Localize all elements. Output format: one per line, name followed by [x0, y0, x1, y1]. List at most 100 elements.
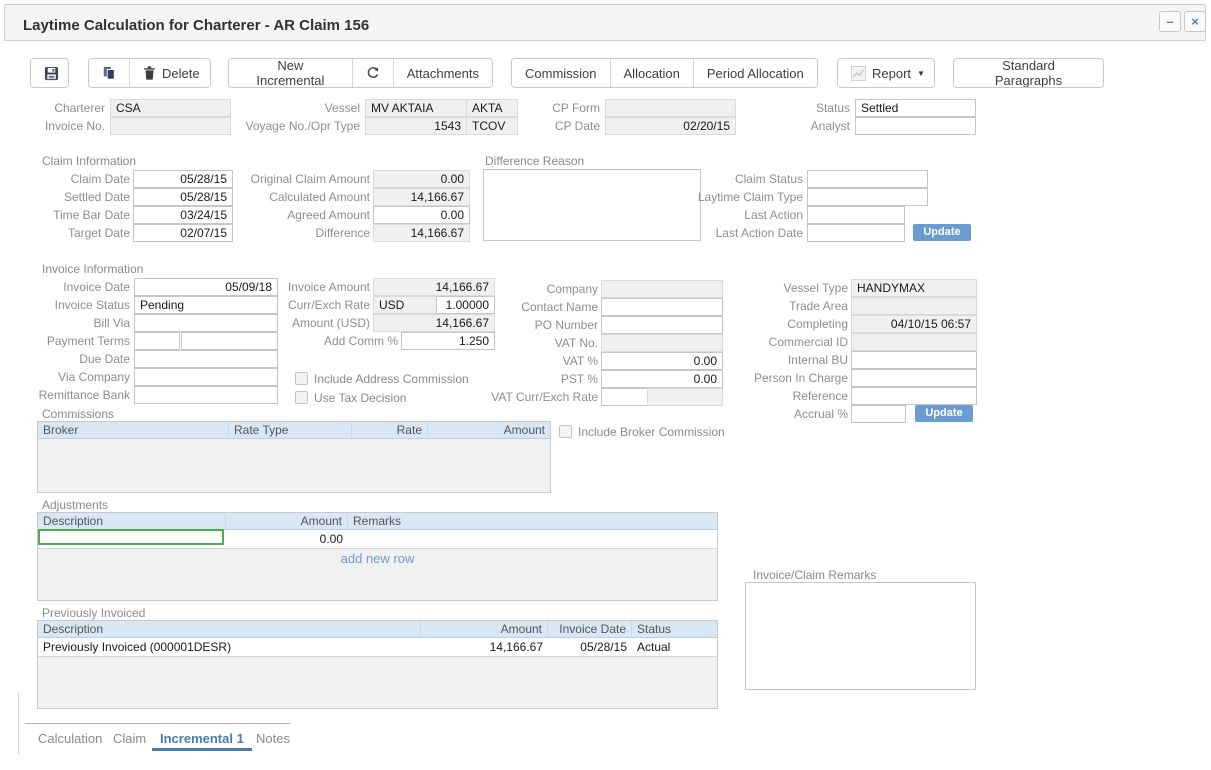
- invoice-amount-label: Invoice Amount: [232, 278, 370, 296]
- last-action-date-label: Last Action Date: [655, 224, 803, 242]
- tab-incremental-1[interactable]: Incremental 1: [152, 731, 252, 751]
- status-field[interactable]: [855, 99, 976, 117]
- remittance-bank-field[interactable]: [134, 386, 278, 404]
- copy-button[interactable]: [89, 59, 129, 87]
- prev-invoiced-date-cell: 05/28/15: [548, 638, 632, 656]
- title-bar: Laytime Calculation for Charterer - AR C…: [4, 4, 1206, 41]
- adjustment-amount-cell[interactable]: 0.00: [226, 530, 348, 548]
- trash-icon: [143, 66, 156, 80]
- vessel-code-field: [466, 99, 518, 117]
- delete-button-label: Delete: [162, 66, 200, 81]
- add-comm-pct-label: Add Comm %: [260, 332, 398, 350]
- use-tax-decision-label: Use Tax Decision: [314, 391, 406, 405]
- laytime-claim-type-label: Laytime Claim Type: [655, 188, 803, 206]
- settled-date-field[interactable]: [133, 188, 233, 206]
- accrual-pct-field[interactable]: [851, 405, 906, 423]
- reference-field[interactable]: [851, 387, 977, 405]
- claim-date-field[interactable]: [133, 170, 233, 188]
- commissions-title: Commissions: [42, 407, 114, 421]
- delete-button[interactable]: Delete: [129, 59, 211, 87]
- due-date-label: Due Date: [12, 350, 130, 368]
- completing-field: [851, 315, 977, 333]
- person-in-charge-field[interactable]: [851, 369, 977, 387]
- company-label: Company: [460, 280, 598, 298]
- po-number-label: PO Number: [460, 316, 598, 334]
- chevron-down-icon: ▼: [917, 69, 925, 78]
- trade-area-label: Trade Area: [700, 297, 848, 315]
- report-chart-icon: [851, 66, 866, 81]
- prev-invoiced-col-amount: Amount: [421, 621, 548, 637]
- attachments-button[interactable]: Attachments: [393, 59, 492, 87]
- vat-currency-field[interactable]: [601, 388, 648, 406]
- target-date-label: Target Date: [22, 224, 130, 242]
- payment-terms-code-field[interactable]: [134, 332, 180, 350]
- save-button[interactable]: [31, 59, 69, 87]
- adjustment-remarks-cell[interactable]: [348, 530, 717, 548]
- laytime-claim-type-field[interactable]: [807, 188, 928, 206]
- tab-calculation[interactable]: Calculation: [38, 731, 102, 746]
- refresh-button[interactable]: [352, 59, 393, 87]
- via-company-field[interactable]: [134, 368, 278, 386]
- commercial-id-field: [851, 333, 977, 351]
- report-button[interactable]: Report ▼: [838, 59, 935, 87]
- time-bar-date-field[interactable]: [133, 206, 233, 224]
- invoice-claim-remarks-textarea[interactable]: [745, 582, 976, 690]
- prev-invoiced-col-description: Description: [38, 621, 421, 637]
- allocation-button[interactable]: Allocation: [610, 59, 693, 87]
- invoice-no-label: Invoice No.: [25, 117, 105, 135]
- vessel-type-field: [851, 279, 977, 297]
- invoice-claim-remarks-label: Invoice/Claim Remarks: [753, 568, 876, 582]
- allocation-group: Commission Allocation Period Allocation: [511, 58, 818, 88]
- charterer-label: Charterer: [25, 99, 105, 117]
- last-action-date-field[interactable]: [807, 224, 905, 242]
- close-button[interactable]: ×: [1184, 11, 1206, 32]
- agreed-amount-label: Agreed Amount: [232, 206, 370, 224]
- due-date-field[interactable]: [134, 350, 278, 368]
- tab-claim[interactable]: Claim: [113, 731, 146, 746]
- minimize-button[interactable]: –: [1159, 11, 1181, 32]
- period-allocation-button[interactable]: Period Allocation: [693, 59, 817, 87]
- difference-reason-label: Difference Reason: [485, 154, 584, 168]
- calculated-amount-label: Calculated Amount: [232, 188, 370, 206]
- previously-invoiced-title: Previously Invoiced: [42, 606, 145, 620]
- save-icon: [44, 66, 59, 81]
- standard-paragraphs-group: Standard Paragraphs: [953, 58, 1104, 88]
- prev-invoiced-status-cell: Actual: [632, 638, 717, 656]
- last-action-field[interactable]: [807, 206, 905, 224]
- previously-invoiced-table-header: Description Amount Invoice Date Status: [38, 621, 717, 638]
- report-button-label: Report: [872, 66, 911, 81]
- adjustment-description-input[interactable]: [38, 529, 224, 545]
- standard-paragraphs-button[interactable]: Standard Paragraphs: [954, 59, 1103, 87]
- copy-delete-group: Delete: [88, 58, 211, 88]
- target-date-field[interactable]: [133, 224, 233, 242]
- claim-status-field[interactable]: [807, 170, 928, 188]
- use-tax-decision-checkbox[interactable]: [295, 391, 308, 404]
- analyst-field[interactable]: [855, 117, 976, 135]
- difference-label: Difference: [232, 224, 370, 242]
- incremental-group: New Incremental Attachments: [228, 58, 493, 88]
- amount-usd-label: Amount (USD): [232, 314, 370, 332]
- agreed-amount-field[interactable]: [373, 206, 470, 224]
- refresh-icon: [366, 66, 380, 80]
- include-broker-commission-checkbox[interactable]: [559, 425, 572, 438]
- opr-type-field: [466, 117, 518, 135]
- accrual-pct-label: Accrual %: [700, 405, 848, 423]
- internal-bu-field[interactable]: [851, 351, 977, 369]
- claim-status-label: Claim Status: [655, 170, 803, 188]
- invoice-update-button[interactable]: Update: [915, 405, 973, 422]
- tab-notes[interactable]: Notes: [256, 731, 290, 746]
- status-label: Status: [760, 99, 850, 117]
- commission-button[interactable]: Commission: [512, 59, 610, 87]
- include-address-commission-checkbox[interactable]: [295, 372, 308, 385]
- previously-invoiced-row[interactable]: Previously Invoiced (000001DESR) 14,166.…: [38, 638, 717, 657]
- claim-update-button[interactable]: Update: [913, 224, 971, 241]
- original-claim-amount-field: [373, 170, 470, 188]
- completing-label: Completing: [700, 315, 848, 333]
- add-new-row-link[interactable]: add new row: [37, 551, 718, 566]
- cp-date-label: CP Date: [520, 117, 600, 135]
- currency-field: [373, 296, 437, 314]
- last-action-label: Last Action: [655, 206, 803, 224]
- new-incremental-button[interactable]: New Incremental: [229, 59, 352, 87]
- time-bar-date-label: Time Bar Date: [22, 206, 130, 224]
- adjustments-col-description: Description: [38, 513, 226, 529]
